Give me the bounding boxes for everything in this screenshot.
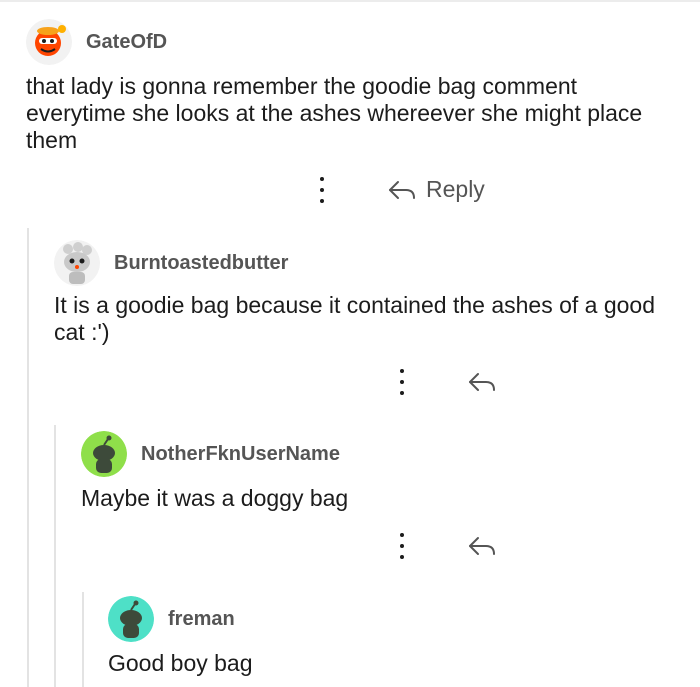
thread-line-1 (27, 228, 29, 687)
comment-actions: Reply (316, 176, 485, 203)
reply-button[interactable]: Reply (388, 176, 485, 203)
comment-header: Burntoastedbutter (54, 238, 674, 288)
reply-arrow-icon (469, 537, 495, 555)
more-options-icon[interactable] (396, 533, 408, 559)
comment-freman: freman Good boy bag (108, 594, 668, 677)
thread-line-2 (54, 425, 56, 687)
avatar-notherfknusername-icon (81, 431, 127, 477)
reply-arrow-icon (469, 373, 495, 391)
avatar[interactable] (108, 596, 154, 642)
reply-button[interactable] (468, 372, 496, 392)
comment-text: Maybe it was a doggy bag (81, 485, 349, 511)
avatar[interactable] (54, 240, 100, 286)
more-options-icon[interactable] (316, 176, 328, 203)
avatar[interactable] (81, 431, 127, 477)
username[interactable]: freman (168, 608, 235, 631)
username[interactable]: NotherFknUserName (141, 443, 340, 466)
comment-text: It is a goodie bag because it contained … (54, 292, 655, 345)
top-divider (0, 0, 700, 2)
comment-actions (396, 533, 496, 559)
reply-button[interactable] (468, 536, 496, 556)
username[interactable]: Burntoastedbutter (114, 252, 288, 275)
comment-header: NotherFknUserName (81, 429, 671, 479)
comment-header: freman (108, 594, 668, 644)
comment-text: Good boy bag (108, 650, 253, 676)
comment-header: GateOfD (26, 17, 676, 67)
comment-text: that lady is gonna remember the goodie b… (26, 73, 643, 153)
reply-arrow-icon (389, 180, 415, 199)
avatar-burntoastedbutter-icon (54, 240, 100, 286)
comment-actions (396, 369, 496, 395)
thread-line-3 (82, 592, 84, 687)
comment-burntoastedbutter: Burntoastedbutter It is a goodie bag bec… (54, 238, 674, 346)
username[interactable]: GateOfD (86, 31, 167, 54)
avatar-gateofd-icon (26, 19, 72, 65)
avatar[interactable] (26, 19, 72, 65)
comment-notherfknusername: NotherFknUserName Maybe it was a doggy b… (81, 429, 671, 512)
reply-label: Reply (426, 176, 485, 202)
more-options-icon[interactable] (396, 369, 408, 395)
avatar-freman-icon (108, 596, 154, 642)
comment-gateofd: GateOfD that lady is gonna remember the … (26, 17, 676, 154)
